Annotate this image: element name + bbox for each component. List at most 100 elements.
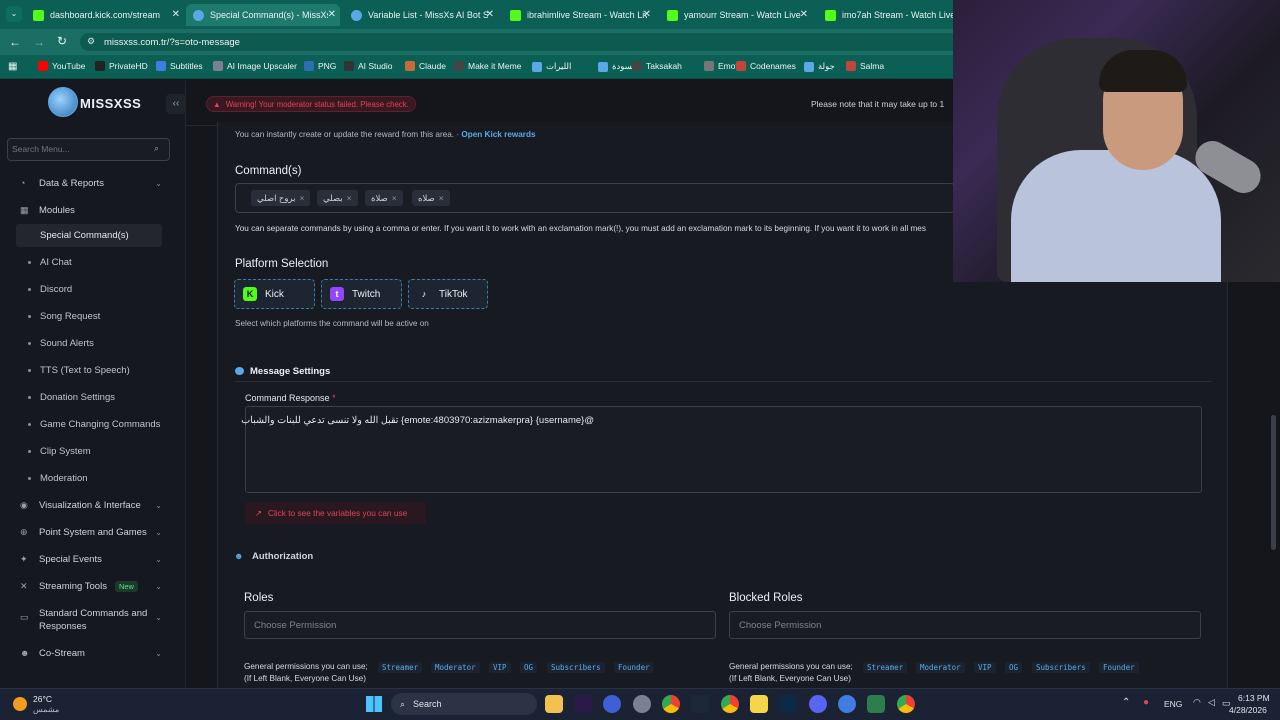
sidebar-subitem-song-request[interactable]: Song Request — [28, 311, 100, 322]
sidebar-subitem-tts[interactable]: TTS (Text to Speech) — [28, 365, 130, 376]
bookmark-item[interactable]: PNG — [304, 61, 336, 71]
sidebar-item-standard-commands[interactable]: ▭ Standard Commands and Responses ⌄ — [20, 607, 170, 633]
tab-imo7ah[interactable]: imo7ah Stream - Watch Live on — [818, 4, 953, 26]
sidebar-item-visualization[interactable]: ◉ Visualization & Interface ⌄ — [20, 500, 170, 511]
bookmark-item[interactable]: الليرات — [532, 61, 571, 72]
permission-chip[interactable]: Founder — [1099, 662, 1139, 673]
sticky-notes-icon[interactable] — [750, 695, 768, 713]
permission-chip[interactable]: Moderator — [431, 662, 480, 673]
close-icon[interactable]: ✕ — [328, 9, 336, 20]
app-icon[interactable] — [867, 695, 885, 713]
bookmark-item[interactable]: مسودة — [598, 61, 637, 72]
bookmark-item[interactable]: AI Studio — [344, 61, 393, 71]
permission-chip[interactable]: OG — [520, 662, 538, 673]
close-icon[interactable]: ✕ — [643, 9, 651, 20]
sidebar-item-special-events[interactable]: ✦ Special Events ⌄ — [20, 554, 170, 565]
bookmark-item[interactable]: Make it Meme — [454, 61, 521, 71]
app-icon[interactable] — [838, 695, 856, 713]
bookmark-item[interactable]: Taksakah — [632, 61, 682, 71]
permission-chip[interactable]: VIP — [974, 662, 996, 673]
permission-chip[interactable]: Founder — [614, 662, 654, 673]
permission-chip[interactable]: VIP — [489, 662, 511, 673]
windows-start-icon[interactable] — [366, 696, 382, 712]
microphone-icon[interactable]: ● — [1143, 697, 1149, 708]
bookmark-item[interactable]: Claude — [405, 61, 446, 71]
close-icon[interactable]: ✕ — [172, 9, 180, 20]
command-tag[interactable]: بروح اصلي × — [251, 190, 311, 206]
bookmark-item[interactable]: AI Image Upscaler — [213, 61, 297, 71]
command-tag[interactable]: بصلي × — [317, 190, 358, 206]
reload-icon[interactable]: ↻ — [57, 34, 67, 48]
command-tag[interactable]: صلاة × — [365, 190, 403, 206]
discord-icon[interactable] — [809, 695, 827, 713]
open-kick-rewards-link[interactable]: Open Kick rewards — [461, 130, 535, 139]
chrome-icon[interactable] — [897, 695, 915, 713]
sidebar-item-modules[interactable]: ▦ Modules — [20, 205, 170, 216]
app-icon[interactable] — [603, 695, 621, 713]
tab-special-commands[interactable]: Special Command(s) - MissXss ✕ — [186, 4, 340, 26]
warning-badge[interactable]: ▲ Warning! Your moderator status failed.… — [206, 96, 416, 112]
sidebar-subitem-discord[interactable]: Discord — [28, 284, 72, 295]
tab-yamourr[interactable]: yamourr Stream - Watch Live o ✕ — [660, 4, 812, 26]
scrollbar[interactable] — [1271, 415, 1276, 550]
tab-search-button[interactable]: ⌄ — [6, 6, 22, 22]
permission-chip[interactable]: Subscribers — [1032, 662, 1090, 673]
search-icon[interactable]: ⌕ — [154, 143, 159, 154]
close-icon[interactable]: ✕ — [486, 9, 494, 20]
site-info-icon[interactable]: ⚙ — [87, 36, 95, 47]
wifi-icon[interactable]: ◠ — [1193, 697, 1201, 708]
app-icon[interactable] — [633, 695, 651, 713]
tab-variable-list[interactable]: Variable List - MissXs AI Bot Sy ✕ — [344, 4, 498, 26]
language-indicator[interactable]: ENG — [1164, 699, 1182, 709]
clock-time[interactable]: 6:13 PM — [1238, 693, 1270, 703]
sidebar-subitem-moderation[interactable]: Moderation — [28, 473, 88, 484]
photoshop-icon[interactable] — [779, 695, 797, 713]
chevron-up-icon[interactable]: ⌃ — [1122, 697, 1130, 708]
platform-twitch-button[interactable]: t Twitch — [321, 279, 402, 309]
apps-icon[interactable]: ▦ — [8, 61, 17, 72]
remove-tag-icon[interactable]: × — [392, 193, 397, 203]
file-explorer-icon[interactable] — [545, 695, 563, 713]
volume-icon[interactable]: ◁ — [1208, 697, 1215, 708]
sidebar-item-streaming-tools[interactable]: ✕ Streaming Tools New ⌄ — [20, 581, 170, 592]
permission-chip[interactable]: Moderator — [916, 662, 965, 673]
bookmark-item[interactable]: Subtitles — [156, 61, 203, 71]
tab-ibrahimlive[interactable]: ibrahimlive Stream - Watch Live ✕ — [503, 4, 655, 26]
bookmark-item[interactable]: PrivateHD — [95, 61, 148, 71]
sidebar-subitem-special-commands[interactable]: Special Command(s) — [40, 230, 129, 241]
bookmark-item[interactable]: YouTube — [38, 61, 85, 71]
remove-tag-icon[interactable]: × — [347, 193, 352, 203]
sidebar-subitem-game-changing-commands[interactable]: Game Changing Commands — [28, 419, 160, 430]
remove-tag-icon[interactable]: × — [300, 193, 305, 203]
sidebar-subitem-ai-chat[interactable]: AI Chat — [28, 257, 72, 268]
bookmark-item[interactable]: جولة — [804, 61, 835, 72]
remove-tag-icon[interactable]: × — [439, 193, 444, 203]
permission-chip[interactable]: Streamer — [863, 662, 908, 673]
chrome-icon[interactable] — [721, 695, 739, 713]
forward-icon[interactable]: → — [33, 35, 45, 49]
platform-kick-button[interactable]: K Kick — [234, 279, 315, 309]
sidebar-item-co-stream[interactable]: ☻ Co-Stream ⌄ — [20, 648, 170, 659]
weather-icon[interactable] — [13, 697, 27, 711]
permission-chip[interactable]: Subscribers — [547, 662, 605, 673]
taskbar-search[interactable]: ⌕ Search — [391, 693, 537, 715]
command-tag[interactable]: صلاه × — [412, 190, 450, 206]
tab-kick-dashboard[interactable]: dashboard.kick.com/stream ✕ — [26, 4, 184, 26]
sidebar-item-point-system[interactable]: ⊕ Point System and Games ⌄ — [20, 527, 170, 538]
premiere-icon[interactable] — [574, 695, 592, 713]
permission-chip[interactable]: OG — [1005, 662, 1023, 673]
platform-tiktok-button[interactable]: ♪ TikTok — [408, 279, 488, 309]
steam-icon[interactable] — [691, 695, 709, 713]
sidebar-subitem-clip-system[interactable]: Clip System — [28, 446, 91, 457]
search-menu-input[interactable] — [12, 142, 142, 156]
bookmark-item[interactable]: Salma — [846, 61, 884, 71]
sidebar-item-data-reports[interactable]: ◔ Data & Reports ⌄ — [20, 178, 170, 189]
close-icon[interactable]: ✕ — [800, 9, 808, 20]
permission-chip[interactable]: Streamer — [378, 662, 423, 673]
clock-date[interactable]: 4/28/2026 — [1229, 705, 1267, 715]
back-icon[interactable]: ← — [9, 35, 21, 49]
sidebar-subitem-donation-settings[interactable]: Donation Settings — [28, 392, 115, 403]
sidebar-subitem-sound-alerts[interactable]: Sound Alerts — [28, 338, 94, 349]
bookmark-item[interactable]: Codenames — [736, 61, 796, 71]
variables-button[interactable]: ↗ Click to see the variables you can use — [245, 502, 426, 524]
